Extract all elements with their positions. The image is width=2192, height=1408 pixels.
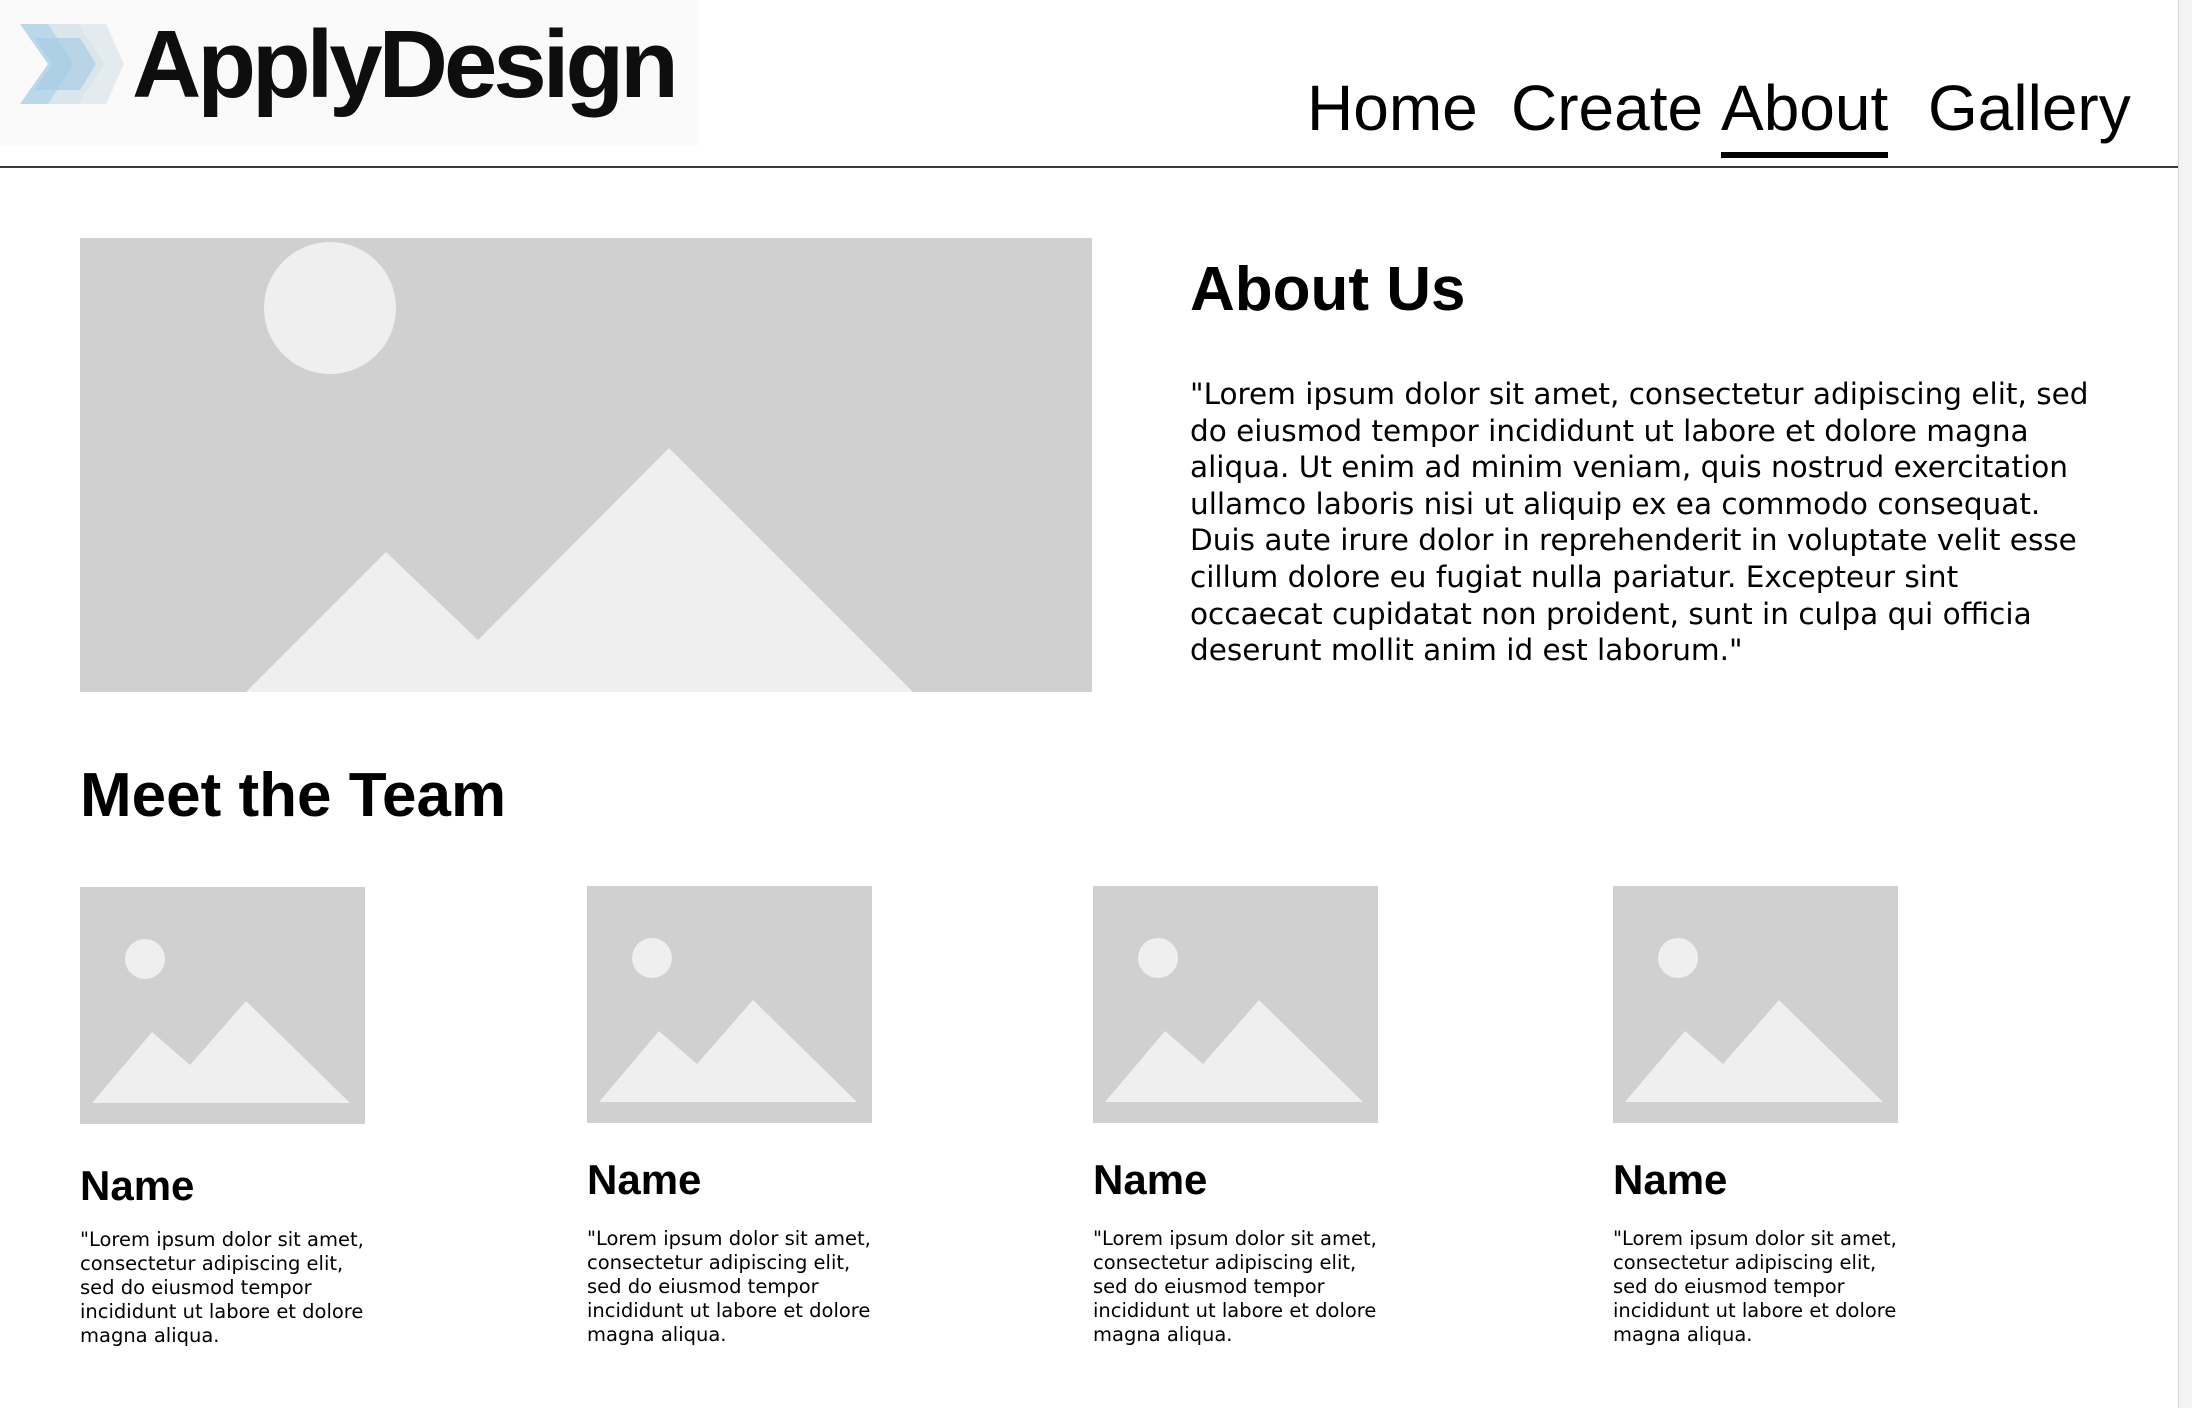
nav-create[interactable]: Create xyxy=(1511,66,1703,150)
about-page: ApplyDesign Home Create About Gallery Ab… xyxy=(0,0,2192,1408)
image-placeholder-icon xyxy=(1625,938,1883,1102)
logo-text: ApplyDesign xyxy=(132,11,679,118)
header-divider xyxy=(0,166,2178,168)
image-placeholder-icon xyxy=(246,242,913,692)
scrollbar-track[interactable] xyxy=(2178,0,2192,1408)
site-header: ApplyDesign Home Create About Gallery xyxy=(0,0,2178,168)
image-placeholder-icon xyxy=(599,938,857,1102)
team-member-name: Name xyxy=(1613,1156,1728,1203)
team-member-photo xyxy=(587,886,872,1123)
team-title: Meet the Team xyxy=(80,761,507,830)
image-placeholder-icon xyxy=(92,939,350,1103)
team-member-bio: "Lorem ipsum dolor sit amet, consectetur… xyxy=(80,1228,364,1347)
team-member-name: Name xyxy=(587,1156,702,1203)
team-member-photo xyxy=(1613,886,1898,1123)
nav-home[interactable]: Home xyxy=(1307,66,1478,150)
team-member-bio: "Lorem ipsum dolor sit amet, consectetur… xyxy=(1613,1227,1897,1346)
nav-gallery[interactable]: Gallery xyxy=(1928,66,2131,150)
team-member-photo xyxy=(1093,886,1378,1123)
nav-about[interactable]: About xyxy=(1721,66,1889,158)
team-member-name: Name xyxy=(1093,1156,1208,1203)
logo[interactable]: ApplyDesign xyxy=(0,0,698,146)
team-member-bio: "Lorem ipsum dolor sit amet, consectetur… xyxy=(1093,1227,1377,1346)
chevron-logo-icon xyxy=(20,24,124,104)
team-member-name: Name xyxy=(80,1162,195,1209)
about-image-placeholder xyxy=(80,238,1092,692)
about-title: About Us xyxy=(1190,255,1466,324)
about-body: "Lorem ipsum dolor sit amet, consectetur… xyxy=(1190,377,2089,668)
image-placeholder-icon xyxy=(1105,938,1363,1102)
team-member-photo xyxy=(80,887,365,1124)
team-member-bio: "Lorem ipsum dolor sit amet, consectetur… xyxy=(587,1227,871,1346)
